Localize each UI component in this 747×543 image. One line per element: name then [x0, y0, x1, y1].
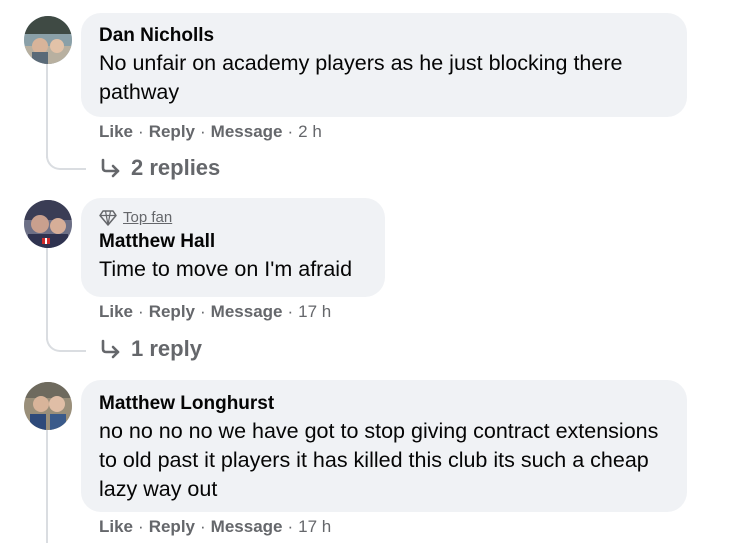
- separator: ·: [200, 302, 206, 321]
- message-button[interactable]: Message: [211, 302, 283, 321]
- comment-author[interactable]: Matthew Longhurst: [99, 391, 669, 417]
- comment-text: Time to move on I'm afraid: [99, 257, 353, 281]
- comment-actions: Like · Reply · Message · 17 h: [99, 301, 331, 323]
- comment-text: no no no no we have got to stop giving c…: [99, 419, 659, 501]
- like-button[interactable]: Like: [99, 517, 133, 536]
- replies-count[interactable]: 1 reply: [131, 335, 202, 363]
- thread-line-3: [46, 430, 48, 543]
- reply-button[interactable]: Reply: [149, 517, 195, 536]
- comment-bubble: Matthew Longhurst no no no no we have go…: [81, 380, 687, 512]
- comment-timestamp[interactable]: 17 h: [298, 302, 331, 321]
- view-replies-button[interactable]: 1 reply: [99, 335, 202, 363]
- separator: ·: [138, 122, 144, 141]
- replies-count[interactable]: 2 replies: [131, 154, 220, 182]
- avatar[interactable]: [24, 200, 72, 248]
- like-button[interactable]: Like: [99, 302, 133, 321]
- separator: ·: [138, 302, 144, 321]
- avatar[interactable]: [24, 382, 72, 430]
- avatar[interactable]: [24, 16, 72, 64]
- comment-bubble: Top fan Matthew Hall Time to move on I'm…: [81, 198, 385, 297]
- comment-timestamp[interactable]: 17 h: [298, 517, 331, 536]
- comment-text: No unfair on academy players as he just …: [99, 51, 623, 104]
- comment-bubble: Dan Nicholls No unfair on academy player…: [81, 13, 687, 117]
- reply-arrow-icon: [101, 339, 120, 359]
- diamond-icon: [99, 210, 117, 226]
- comment-author[interactable]: Dan Nicholls: [99, 23, 669, 49]
- separator: ·: [287, 122, 294, 141]
- like-button[interactable]: Like: [99, 122, 133, 141]
- comment-author[interactable]: Matthew Hall: [99, 229, 367, 255]
- reply-button[interactable]: Reply: [149, 122, 195, 141]
- view-replies-button[interactable]: 2 replies: [99, 154, 220, 182]
- reply-button[interactable]: Reply: [149, 302, 195, 321]
- top-fan-badge[interactable]: Top fan: [99, 207, 367, 229]
- top-fan-label[interactable]: Top fan: [123, 208, 172, 228]
- message-button[interactable]: Message: [211, 517, 283, 536]
- separator: ·: [138, 517, 144, 536]
- thread-line-1-curve: [46, 150, 86, 170]
- comment-actions: Like · Reply · Message · 2 h: [99, 121, 322, 143]
- thread-line-2: [46, 248, 48, 340]
- reply-arrow-icon: [101, 158, 120, 178]
- thread-line-1: [46, 64, 48, 158]
- separator: ·: [287, 517, 294, 536]
- separator: ·: [200, 122, 206, 141]
- comment-actions: Like · Reply · Message · 17 h: [99, 516, 331, 538]
- comment-timestamp[interactable]: 2 h: [298, 122, 322, 141]
- separator: ·: [200, 517, 206, 536]
- separator: ·: [287, 302, 294, 321]
- thread-line-2-curve: [46, 332, 86, 352]
- message-button[interactable]: Message: [211, 122, 283, 141]
